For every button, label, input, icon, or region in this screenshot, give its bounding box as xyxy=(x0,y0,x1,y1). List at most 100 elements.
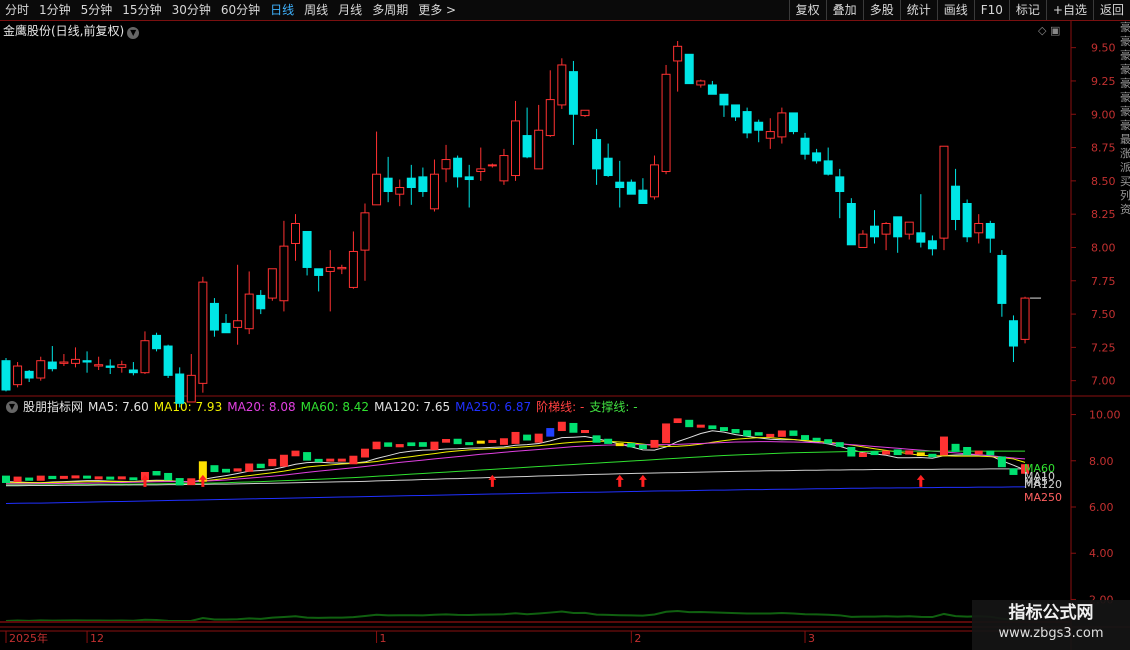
period-tab-8[interactable]: 月线 xyxy=(333,0,367,20)
indicator-candle xyxy=(152,471,161,476)
candle-body xyxy=(302,230,312,268)
indicator-candle xyxy=(569,422,578,433)
candle-body xyxy=(36,360,46,379)
indicator-candle xyxy=(465,442,474,446)
candle-body xyxy=(117,364,127,368)
up-arrow-icon xyxy=(638,474,647,487)
indicator-candle xyxy=(731,429,740,434)
indicator-candle xyxy=(372,441,381,450)
indicator-candle xyxy=(557,421,566,432)
indicator-candle xyxy=(847,446,856,457)
tool-button-5[interactable]: F10 xyxy=(973,0,1009,20)
period-tab-3[interactable]: 15分钟 xyxy=(117,0,166,20)
indicator-candle xyxy=(453,438,462,445)
candle-body xyxy=(974,222,984,234)
ma-tag-label: MA120 xyxy=(1024,478,1062,491)
period-tab-0[interactable]: 分时 xyxy=(0,0,34,20)
candle-body xyxy=(638,189,648,205)
candle-body xyxy=(557,64,567,106)
period-tab-9[interactable]: 多周期 xyxy=(367,0,413,20)
indicator-candle xyxy=(696,424,705,428)
tool-button-0[interactable]: 复权 xyxy=(788,0,826,20)
indicator-candle xyxy=(442,438,451,443)
indicator-candle xyxy=(650,439,659,448)
candle-body xyxy=(777,112,787,138)
period-tab-2[interactable]: 5分钟 xyxy=(76,0,118,20)
indicator-candle xyxy=(245,463,254,472)
candle-body xyxy=(105,365,115,368)
tool-button-8[interactable]: 返回 xyxy=(1092,0,1130,20)
indicator-candle xyxy=(604,438,613,444)
indicator-candle xyxy=(546,428,555,437)
candle-body xyxy=(673,45,683,62)
period-tab-4[interactable]: 30分钟 xyxy=(167,0,216,20)
tool-button-3[interactable]: 统计 xyxy=(899,0,937,20)
candle-body xyxy=(1020,297,1030,340)
tool-button-2[interactable]: 多股 xyxy=(862,0,900,20)
indicator-tick-label: 6.00 xyxy=(1089,501,1114,514)
period-tab-10[interactable]: 更多 > xyxy=(413,0,461,20)
date-label: 2025年 xyxy=(9,631,48,645)
price-tick-label: 8.00 xyxy=(1091,241,1116,254)
candle-body xyxy=(244,293,254,330)
period-tab-6[interactable]: 日线 xyxy=(265,0,299,20)
period-tab-7[interactable]: 周线 xyxy=(299,0,333,20)
indicator-candle xyxy=(326,458,335,462)
candle-body xyxy=(429,173,439,210)
watermark-title: 指标公式网 xyxy=(1008,603,1094,623)
indicator-candle xyxy=(71,475,80,479)
candle-body xyxy=(198,281,208,384)
candle-body xyxy=(59,361,69,364)
candle-body xyxy=(580,109,590,117)
indicator-candle xyxy=(615,443,624,447)
indicator-candle xyxy=(824,439,833,444)
price-tick-label: 9.25 xyxy=(1091,75,1116,88)
indicator-candle xyxy=(36,475,45,481)
ma-line-ma250 xyxy=(5,486,1026,505)
indicator-candle xyxy=(870,451,879,456)
price-tick-label: 7.75 xyxy=(1091,275,1116,288)
date-label: 12 xyxy=(90,632,104,645)
candle-body xyxy=(82,360,92,363)
candle-body xyxy=(568,71,578,115)
indicator-candle xyxy=(83,475,92,479)
candle-body xyxy=(904,221,914,235)
candle-body xyxy=(140,340,150,374)
indicator-candle xyxy=(592,435,601,443)
indicator-candle xyxy=(210,465,219,473)
tool-button-1[interactable]: 叠加 xyxy=(825,0,863,20)
candle-body xyxy=(812,152,822,162)
kline-chart[interactable]: 9.50 9.25 9.00 8.75 8.50 8.25 8.00 7.75 7.50 7.25… xyxy=(0,21,1130,650)
indicator-candle xyxy=(766,433,775,438)
indicator-candle xyxy=(175,478,184,486)
candle-body xyxy=(939,145,949,239)
tool-button-4[interactable]: 画线 xyxy=(936,0,974,20)
candle-body xyxy=(800,137,810,155)
candle-body xyxy=(348,250,358,288)
tool-button-7[interactable]: +自选 xyxy=(1045,0,1093,20)
candle-body xyxy=(893,216,903,238)
candle-body xyxy=(1,360,11,391)
candle-body xyxy=(765,131,775,139)
indicator-candle xyxy=(777,430,786,437)
candle-body xyxy=(615,181,625,189)
candle-body xyxy=(453,157,463,178)
candle-body xyxy=(476,168,486,173)
indicator-candle xyxy=(303,452,312,461)
candle-body xyxy=(291,222,300,244)
indicator-candle xyxy=(801,435,810,441)
candle-body xyxy=(997,254,1007,304)
candle-body xyxy=(661,73,671,173)
tool-button-6[interactable]: 标记 xyxy=(1008,0,1046,20)
indicator-candle xyxy=(268,458,277,467)
indicator-candle xyxy=(418,442,427,447)
up-arrow-icon xyxy=(488,474,497,487)
indicator-candle xyxy=(858,452,867,457)
tool-buttons: 复权 叠加 多股 统计 画线 F10 标记 +自选 返回 xyxy=(788,0,1130,20)
period-tab-5[interactable]: 60分钟 xyxy=(216,0,265,20)
candle-body xyxy=(696,80,706,86)
bottom-band-line xyxy=(5,609,1026,623)
candle-body xyxy=(534,129,544,170)
period-tab-1[interactable]: 1分钟 xyxy=(34,0,76,20)
indicator-candle xyxy=(905,450,914,455)
